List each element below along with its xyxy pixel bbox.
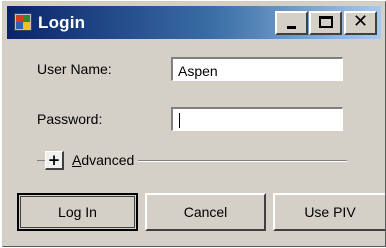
- password-input[interactable]: [171, 107, 343, 131]
- advanced-group-line: [138, 160, 347, 162]
- username-input[interactable]: [171, 57, 343, 81]
- minimize-icon: [287, 26, 296, 29]
- advanced-expand-button[interactable]: +: [45, 151, 64, 170]
- app-window-icon: [14, 13, 32, 31]
- close-button[interactable]: ✕: [344, 11, 377, 35]
- login-button[interactable]: Log In: [17, 193, 138, 231]
- window-title: Login: [38, 13, 86, 32]
- login-dialog: Login ✕ User Name: Password: + Advanced …: [2, 1, 386, 247]
- text-caret: [179, 113, 180, 128]
- username-label: User Name:: [37, 61, 112, 77]
- cancel-button[interactable]: Cancel: [145, 193, 266, 231]
- advanced-label-mnemonic: A: [72, 152, 82, 168]
- close-icon: ✕: [352, 11, 369, 32]
- title-bar[interactable]: Login ✕: [7, 6, 381, 39]
- password-label: Password:: [37, 111, 103, 127]
- maximize-icon: [319, 16, 333, 28]
- advanced-label[interactable]: Advanced: [72, 152, 134, 168]
- minimize-button[interactable]: [275, 11, 308, 35]
- use-piv-button[interactable]: Use PIV: [273, 193, 385, 231]
- maximize-button[interactable]: [309, 11, 342, 35]
- advanced-group-line-left: [37, 160, 45, 161]
- advanced-label-rest: dvanced: [81, 152, 135, 168]
